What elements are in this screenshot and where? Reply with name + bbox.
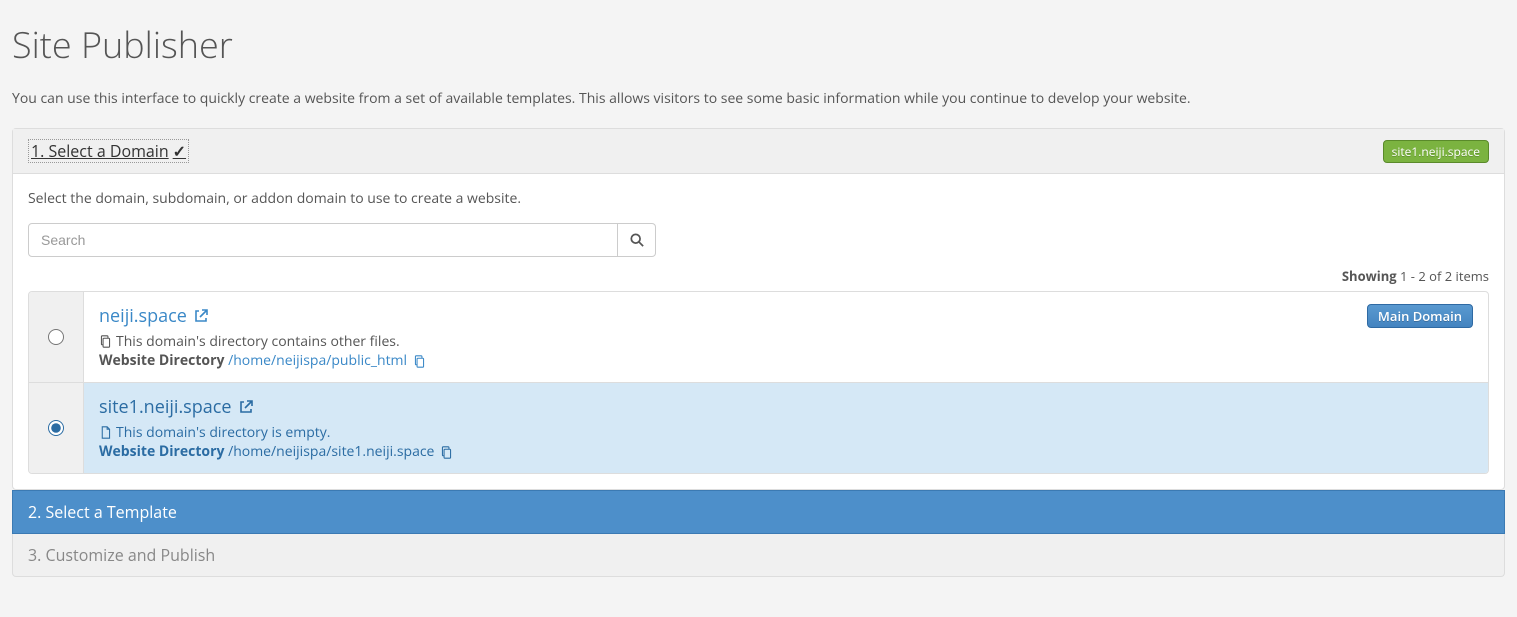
search-row xyxy=(28,223,1489,257)
domain-radio[interactable] xyxy=(48,420,64,436)
showing-range: 1 - 2 of 2 items xyxy=(1397,267,1489,285)
step2-heading[interactable]: 2. Select a Template xyxy=(12,490,1505,534)
domain-link[interactable]: site1.neiji.space xyxy=(99,395,232,419)
website-directory-path[interactable]: /home/neijispa/site1.neiji.space xyxy=(228,442,434,461)
domain-name: neiji.space xyxy=(99,304,209,328)
domain-list: Main Domain neiji.space This domain's di… xyxy=(28,291,1489,474)
copy-icon[interactable] xyxy=(413,355,426,368)
website-directory-label: Website Directory xyxy=(99,442,224,461)
domain-link[interactable]: neiji.space xyxy=(99,304,187,328)
external-link-icon[interactable] xyxy=(193,308,209,324)
search-button[interactable] xyxy=(618,223,656,257)
domain-content: Main Domain neiji.space This domain's di… xyxy=(84,292,1488,382)
files-icon xyxy=(99,335,112,348)
domain-content: site1.neiji.space This domain's director… xyxy=(84,383,1488,473)
step1-help: Select the domain, subdomain, or addon d… xyxy=(28,189,1489,208)
intro-text: You can use this interface to quickly cr… xyxy=(12,89,1505,108)
step1-panel: 1. Select a Domain site1.neiji.space Sel… xyxy=(12,128,1505,490)
selected-domain-badge: site1.neiji.space xyxy=(1383,140,1489,163)
step1-title-text: 1. Select a Domain xyxy=(31,140,169,162)
step1-heading[interactable]: 1. Select a Domain site1.neiji.space xyxy=(13,129,1504,174)
file-icon xyxy=(99,426,112,439)
main-domain-badge: Main Domain xyxy=(1367,304,1473,328)
search-input[interactable] xyxy=(28,223,618,257)
domain-row[interactable]: site1.neiji.space This domain's director… xyxy=(29,383,1488,473)
step1-title[interactable]: 1. Select a Domain xyxy=(28,139,189,163)
domain-name: site1.neiji.space xyxy=(99,395,254,419)
dir-note: This domain's directory is empty. xyxy=(99,423,1473,442)
search-icon xyxy=(630,233,644,247)
domain-radio-cell[interactable] xyxy=(29,383,84,473)
website-directory: Website Directory /home/neijispa/site1.n… xyxy=(99,442,1473,461)
copy-icon[interactable] xyxy=(440,446,453,459)
showing-text: Showing 1 - 2 of 2 items xyxy=(28,267,1489,285)
dir-note-text: This domain's directory is empty. xyxy=(116,423,330,442)
check-icon xyxy=(173,140,186,162)
domain-radio[interactable] xyxy=(48,329,64,345)
page-title: Site Publisher xyxy=(12,20,1505,69)
dir-note-text: This domain's directory contains other f… xyxy=(116,332,400,351)
domain-radio-cell[interactable] xyxy=(29,292,84,382)
dir-note: This domain's directory contains other f… xyxy=(99,332,1473,351)
website-directory-label: Website Directory xyxy=(99,351,224,370)
step3-heading[interactable]: 3. Customize and Publish xyxy=(12,534,1505,577)
website-directory-path[interactable]: /home/neijispa/public_html xyxy=(228,351,407,370)
showing-label: Showing xyxy=(1342,267,1397,285)
domain-row[interactable]: Main Domain neiji.space This domain's di… xyxy=(29,292,1488,383)
step1-body: Select the domain, subdomain, or addon d… xyxy=(13,174,1504,489)
external-link-icon[interactable] xyxy=(238,399,254,415)
website-directory: Website Directory /home/neijispa/public_… xyxy=(99,351,1473,370)
